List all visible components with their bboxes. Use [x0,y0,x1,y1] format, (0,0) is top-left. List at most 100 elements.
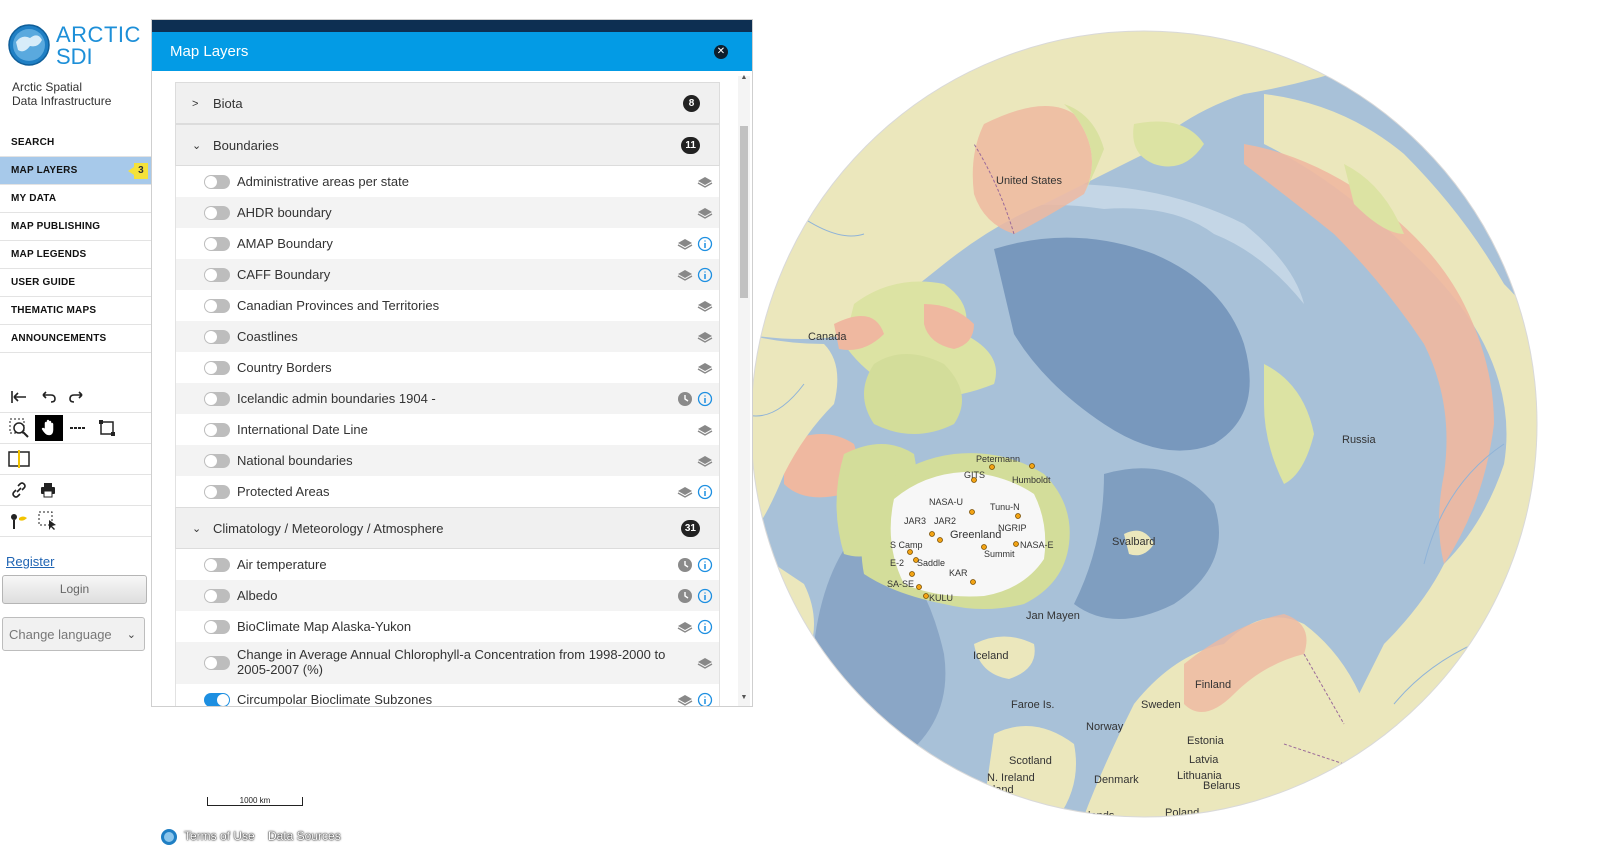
nav-item-thematic-maps[interactable]: THEMATIC MAPS [0,297,151,325]
register-link[interactable]: Register [6,554,54,569]
layers-icon[interactable] [677,267,693,283]
station-label: NGRIP [998,523,1027,533]
feature-info-icon[interactable] [8,510,30,532]
layer-toggle[interactable] [204,299,230,313]
layers-icon[interactable] [697,360,713,376]
map-label-n-ireland: N. Ireland [987,772,1035,784]
station-label: S Camp [890,540,923,550]
layer-toggle[interactable] [204,485,230,499]
layers-icon[interactable] [697,298,713,314]
map-label-denmark: Denmark [1094,774,1139,786]
layer-name: AHDR boundary [237,205,332,220]
map-label-canada: Canada [808,331,847,343]
station-label: KAR [949,568,968,578]
select-area-icon[interactable] [37,510,59,532]
layers-icon[interactable] [677,692,693,706]
layer-toggle[interactable] [204,268,230,282]
layer-list: > Biota 8 ⌄ Boundaries 11 Administrative… [175,82,720,706]
clock-icon[interactable] [677,557,693,573]
info-icon[interactable] [697,267,713,283]
history-tools-row [0,382,151,413]
layers-icon[interactable] [697,174,713,190]
measure-line-icon[interactable] [67,417,89,439]
layers-icon[interactable] [677,484,693,500]
map-label-svalbard: Svalbard [1112,536,1155,548]
layer-toggle[interactable] [204,656,230,670]
login-button[interactable]: Login [2,575,147,604]
nav-item-user-guide[interactable]: USER GUIDE [0,269,151,297]
layer-group-climatology[interactable]: ⌄ Climatology / Meteorology / Atmosphere… [175,507,720,549]
layer-name: Albedo [237,588,278,603]
measure-area-icon[interactable] [96,417,118,439]
info-icon[interactable] [697,692,713,706]
layer-name: Country Borders [237,360,332,375]
layer-name: Administrative areas per state [237,174,409,189]
layer-row: Change in Average Annual Chlorophyll-a C… [175,642,720,684]
layer-row: National boundaries [175,445,720,476]
undo-icon[interactable] [37,386,59,408]
layers-icon[interactable] [697,453,713,469]
layers-icon[interactable] [697,205,713,221]
map-label-russia: Russia [1342,434,1377,446]
scrollbar-thumb[interactable] [740,126,748,298]
layer-group-biota[interactable]: > Biota 8 [175,82,720,124]
info-icon[interactable] [697,619,713,635]
layer-toggle[interactable] [204,237,230,251]
layer-row: Country Borders [175,352,720,383]
scroll-down-icon[interactable]: ▼ [738,694,750,704]
compare-tools-row [0,444,151,475]
info-icon[interactable] [697,484,713,500]
zoom-box-icon[interactable] [8,417,30,439]
pan-hand-icon[interactable] [35,415,63,441]
layer-toggle[interactable] [204,693,230,706]
language-select[interactable]: Change language ⌄ [2,617,145,651]
station-label: Tunu-N [990,502,1020,512]
reset-view-icon[interactable] [8,386,30,408]
arctic-map[interactable]: Petermann Humboldt GITS NASA-U Tunu-N JA… [744,4,1544,844]
clock-icon[interactable] [677,391,693,407]
nav-item-announcements[interactable]: ANNOUNCEMENTS [0,325,151,353]
terms-of-use-link[interactable]: Terms of Use [184,829,255,843]
close-icon[interactable]: ✕ [714,45,728,59]
layer-toggle[interactable] [204,175,230,189]
layer-toggle[interactable] [204,330,230,344]
feature-tools-row [0,506,151,537]
layer-toggle[interactable] [204,392,230,406]
layer-group-boundaries[interactable]: ⌄ Boundaries 11 [175,124,720,166]
map-label-estonia: Estonia [1187,735,1225,747]
link-icon[interactable] [8,479,30,501]
info-icon[interactable] [697,557,713,573]
info-icon[interactable] [697,391,713,407]
arctic-sdi-logo[interactable]: ARCTIC SDI Arctic Spatial Data Infrastru… [8,22,148,117]
layer-row: Air temperature [175,549,720,580]
layer-toggle[interactable] [204,558,230,572]
nav-item-my-data[interactable]: MY DATA [0,185,151,213]
nav-item-search[interactable]: SEARCH [0,129,151,157]
layer-toggle[interactable] [204,361,230,375]
map-label-iceland: Iceland [973,650,1008,662]
print-icon[interactable] [37,479,59,501]
info-icon[interactable] [697,236,713,252]
layers-icon[interactable] [697,655,713,671]
layers-icon[interactable] [677,236,693,252]
layer-toggle[interactable] [204,423,230,437]
map-label-poland: Poland [1165,807,1199,819]
clock-icon[interactable] [677,588,693,604]
nav-item-map-layers[interactable]: MAP LAYERS 3 [0,157,151,185]
nav-label: USER GUIDE [11,277,76,288]
nav-item-map-legends[interactable]: MAP LEGENDS [0,241,151,269]
redo-icon[interactable] [66,386,88,408]
layer-toggle[interactable] [204,454,230,468]
group-count-badge: 8 [683,95,700,112]
nav-item-map-publishing[interactable]: MAP PUBLISHING [0,213,151,241]
layers-icon[interactable] [677,619,693,635]
data-sources-link[interactable]: Data Sources [268,829,341,843]
layer-toggle[interactable] [204,620,230,634]
layer-toggle[interactable] [204,206,230,220]
info-icon[interactable] [697,588,713,604]
scroll-up-icon[interactable]: ▲ [738,74,750,84]
split-screen-icon[interactable] [8,448,30,470]
layers-icon[interactable] [697,329,713,345]
layers-icon[interactable] [697,422,713,438]
layer-toggle[interactable] [204,589,230,603]
